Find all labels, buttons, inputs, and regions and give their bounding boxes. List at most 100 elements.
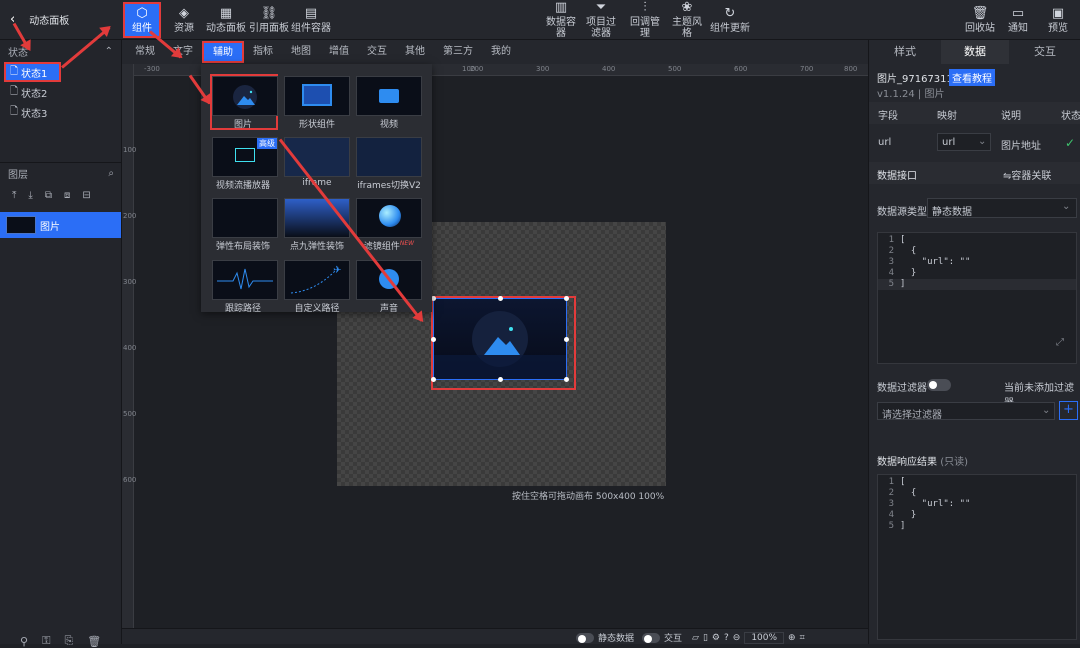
container-link[interactable]: ⇋容器关联 bbox=[1003, 167, 1051, 182]
chart-icon[interactable]: ▱ bbox=[692, 633, 699, 643]
data-container-button[interactable]: ▥ 数据容器 bbox=[542, 1, 580, 40]
canvas-status: 按住空格可拖动画布 500x400 100% bbox=[512, 492, 665, 502]
interface-header: 数据接口 ⇋容器关联 bbox=[869, 162, 1080, 184]
ungroup-icon[interactable]: ⧈ bbox=[64, 190, 70, 201]
preview-button[interactable]: ▣ 预览 bbox=[1044, 2, 1072, 38]
gear-icon[interactable]: ⚙ bbox=[712, 633, 720, 643]
theme-button[interactable]: ❀ 主题风格 bbox=[668, 1, 706, 40]
iframes-switch-thumb[interactable] bbox=[356, 137, 422, 177]
lock-icon[interactable]: ⚿ bbox=[42, 634, 50, 648]
code-line: 5] bbox=[888, 521, 906, 531]
tab-other[interactable]: 其他 bbox=[396, 40, 434, 64]
tab-style[interactable]: 样式 bbox=[869, 40, 941, 64]
chevron-down-icon: ⌄ bbox=[978, 136, 987, 147]
chevron-up-icon[interactable]: ⌃ bbox=[105, 46, 113, 57]
state-item-3[interactable]: 🗋 状态3 bbox=[0, 102, 121, 122]
tab-indicator[interactable]: 指标 bbox=[244, 40, 282, 64]
tab-mine[interactable]: 我的 bbox=[482, 40, 520, 64]
interaction-toggle[interactable] bbox=[642, 632, 661, 643]
item-label: 视频 bbox=[379, 120, 398, 130]
resize-handle[interactable] bbox=[498, 296, 503, 301]
fit-icon[interactable]: ⌗ bbox=[800, 633, 805, 643]
item-label: iframes切换V2 bbox=[357, 181, 421, 191]
panel-icon[interactable]: ▯ bbox=[703, 633, 708, 643]
tab-interaction[interactable]: 交互 bbox=[358, 40, 396, 64]
source-type-select[interactable]: 静态数据 ⌄ bbox=[927, 198, 1077, 218]
flex-decor-thumb[interactable] bbox=[212, 198, 278, 238]
layer-thumbnail bbox=[6, 216, 36, 234]
notify-button[interactable]: ▭ 通知 bbox=[1004, 2, 1032, 38]
video-thumb[interactable] bbox=[356, 76, 422, 116]
zoom-level[interactable]: 100% bbox=[744, 631, 785, 644]
file-icon: 🗋 bbox=[10, 105, 19, 117]
monitor-icon: ▣ bbox=[1051, 5, 1065, 21]
zoom-in-icon[interactable]: ⊕ bbox=[788, 633, 796, 643]
image-thumb[interactable] bbox=[212, 76, 278, 116]
move-bottom-icon[interactable]: ⤓ bbox=[28, 190, 32, 201]
add-filter-button[interactable]: + bbox=[1059, 401, 1078, 420]
video-icon bbox=[379, 89, 399, 103]
project-filter-button[interactable]: ⏷ 项目过滤器 bbox=[582, 1, 620, 40]
resize-handle[interactable] bbox=[498, 377, 503, 382]
refresh-icon: ↻ bbox=[724, 5, 736, 21]
image-component[interactable] bbox=[431, 296, 569, 382]
mountain-image-icon bbox=[434, 311, 566, 379]
custom-path-thumb[interactable]: ✈ bbox=[284, 260, 350, 300]
tab-map[interactable]: 地图 bbox=[282, 40, 320, 64]
code-line: 5] bbox=[878, 279, 1076, 290]
filter-comp-thumb[interactable] bbox=[356, 198, 422, 238]
resize-handle[interactable] bbox=[564, 337, 569, 342]
layer-bottom-toolbar: ⚲ ⚿ ⎘ 🗑 bbox=[20, 634, 101, 648]
filter-toggle[interactable] bbox=[927, 379, 951, 391]
component-name: 图片_97167311 bbox=[877, 74, 953, 85]
file-icon: 🗋 bbox=[10, 65, 19, 77]
static-data-editor[interactable]: 1[ 2 { 3 "url": "" 4 } 5] ⤢ bbox=[877, 232, 1077, 364]
tab-data[interactable]: 数据 bbox=[941, 40, 1009, 64]
group-icon[interactable]: ⧉ bbox=[45, 190, 52, 201]
resize-handle[interactable] bbox=[564, 377, 569, 382]
search-icon[interactable]: ⌕ bbox=[108, 168, 114, 179]
mapping-select[interactable]: url ⌄ bbox=[937, 133, 991, 151]
resource-button[interactable]: ◈ 资源 bbox=[167, 2, 201, 38]
shape-thumb[interactable] bbox=[284, 76, 350, 116]
bottom-bar: 静态数据 交互 ▱ ▯ ⚙ ? ⊖ 100% ⊕ ⌗ bbox=[122, 628, 868, 644]
layer-item[interactable]: 图片 bbox=[0, 212, 121, 238]
resize-handle[interactable] bbox=[431, 377, 436, 382]
state-item-2[interactable]: 🗋 状态2 bbox=[0, 82, 121, 102]
track-path-thumb[interactable] bbox=[212, 260, 278, 300]
callback-button[interactable]: ⫶ 回调管理 bbox=[626, 0, 664, 40]
back-button[interactable]: ‹ 动态面板 bbox=[10, 12, 69, 27]
filter-select[interactable]: 请选择过滤器 ⌄ bbox=[877, 402, 1055, 421]
delete-icon[interactable]: 🗑 bbox=[87, 635, 101, 648]
stream-player-thumb[interactable]: 高级 bbox=[212, 137, 278, 177]
pin-icon[interactable]: ⚲ bbox=[20, 635, 28, 648]
tutorial-link[interactable]: 查看教程 bbox=[949, 69, 995, 86]
version-text: v1.1.24 | 图片 bbox=[877, 89, 945, 100]
component-update-button[interactable]: ↻ 组件更新 bbox=[710, 2, 750, 38]
item-label: 弹性布局装饰 bbox=[215, 242, 270, 252]
ref-panel-button[interactable]: ⛓ 引用面板 bbox=[249, 2, 289, 38]
resize-handle[interactable] bbox=[564, 296, 569, 301]
resize-handle[interactable] bbox=[431, 337, 436, 342]
tab-value-added[interactable]: 增值 bbox=[320, 40, 358, 64]
zoom-out-icon[interactable]: ⊖ bbox=[733, 633, 741, 643]
help-icon[interactable]: ? bbox=[724, 633, 729, 643]
recycle-button[interactable]: 🗑 回收站 bbox=[962, 2, 998, 38]
tab-aux[interactable]: 辅助 bbox=[202, 41, 244, 63]
ruler-left: 100 200 300 400 500 600 bbox=[122, 64, 136, 628]
expand-icon[interactable]: ⤢ bbox=[1056, 337, 1064, 348]
item-label: 图片 bbox=[233, 120, 252, 130]
tab-normal[interactable]: 常规 bbox=[126, 40, 164, 64]
static-data-toggle[interactable] bbox=[576, 632, 594, 643]
component-button[interactable]: ⬡ 组件 bbox=[123, 2, 161, 38]
align-icon[interactable]: ⊟ bbox=[82, 190, 90, 201]
component-container-button[interactable]: ▤ 组件容器 bbox=[291, 2, 331, 38]
tab-interaction[interactable]: 交互 bbox=[1009, 40, 1080, 64]
sliders-icon: ⫶ bbox=[643, 0, 647, 15]
move-top-icon[interactable]: ⤒ bbox=[12, 190, 16, 201]
tab-third-party[interactable]: 第三方 bbox=[434, 40, 482, 64]
dynamic-panel-button[interactable]: ▦ 动态面板 bbox=[206, 2, 246, 38]
chevron-down-icon: ⌄ bbox=[1062, 201, 1071, 212]
copy-icon[interactable]: ⎘ bbox=[64, 634, 73, 648]
state-item-1[interactable]: 🗋 状态1 bbox=[4, 62, 61, 82]
